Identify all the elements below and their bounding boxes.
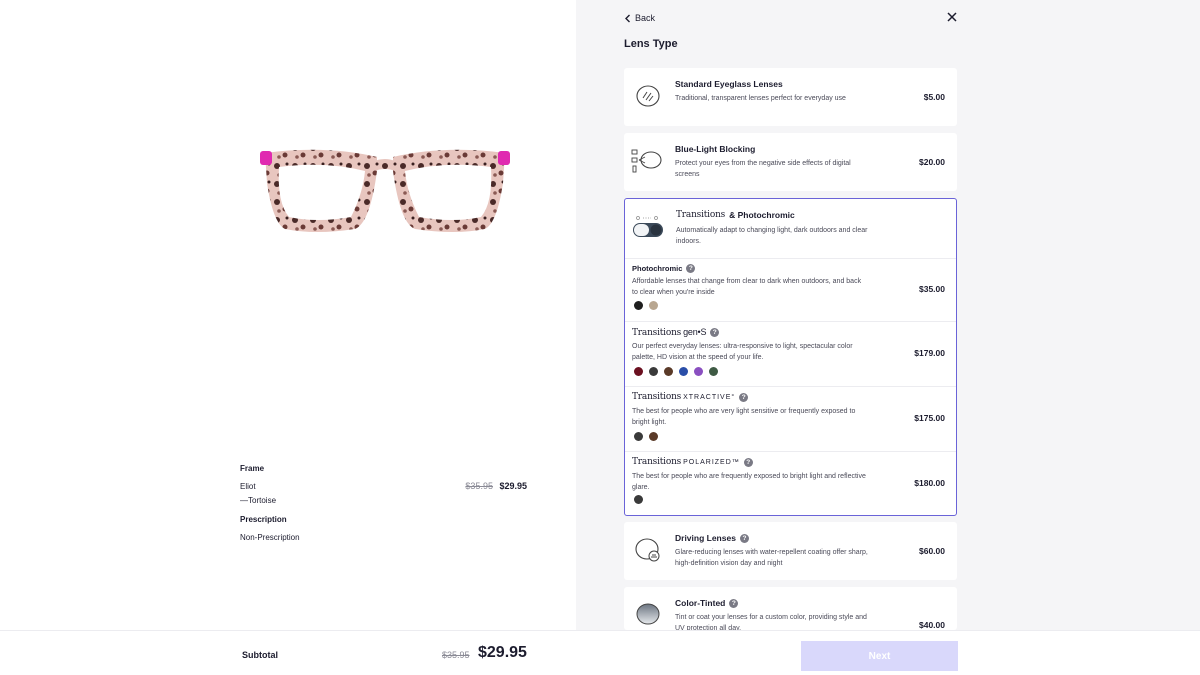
sub-option-title: Photochromic ?	[632, 264, 696, 273]
sub-option-description: The best for people who are frequently e…	[632, 473, 866, 491]
lens-option-transitions[interactable]: Transitions & Photochromic Automatically…	[624, 198, 957, 516]
next-button[interactable]: Next	[801, 641, 958, 671]
lens-option-title: Blue-Light Blocking	[675, 144, 756, 154]
blue-light-icon	[631, 149, 662, 173]
sub-option-title: Transitions XTRACTIVE° ?	[632, 392, 749, 402]
sub-option-description: Affordable lenses that change from clear…	[632, 278, 862, 296]
lens-option-description: Glare-reducing lenses with water-repelle…	[675, 549, 868, 567]
lens-option-name: Driving Lenses	[675, 533, 736, 543]
sub-option-description: Our perfect everyday lenses: ultra-respo…	[632, 343, 853, 361]
product-preview-panel: Frame Eliot —Tortoise $35.95 $29.95 Pres…	[0, 0, 576, 630]
brand-name: Transitions	[632, 457, 682, 467]
photochromic-toggle-icon	[633, 216, 663, 237]
color-swatch[interactable]	[679, 367, 688, 376]
color-swatch[interactable]	[649, 301, 658, 310]
sub-option-price: $175.00	[914, 413, 945, 423]
tinted-lens-icon	[636, 603, 660, 625]
lens-option-blue-light[interactable]: Blue-Light Blocking Protect your eyes fr…	[624, 133, 957, 191]
sub-option-gen-s[interactable]: Transitions gen•S ? Our perfect everyday …	[625, 322, 956, 387]
lens-option-price: $60.00	[919, 546, 945, 556]
brand-name: Transitions	[632, 392, 682, 402]
driving-lens-icon	[635, 538, 660, 562]
lens-option-title: Driving Lenses ?	[675, 533, 749, 543]
help-icon[interactable]: ?	[729, 598, 739, 608]
subtotal-bar: Subtotal $35.95 $29.95 Next	[0, 630, 1200, 675]
section-title: Lens Type	[624, 38, 678, 50]
sub-option-xtractive[interactable]: Transitions XTRACTIVE° ? The best for peo…	[625, 387, 956, 452]
back-button[interactable]: Back	[624, 13, 655, 23]
help-icon[interactable]: ?	[739, 392, 749, 402]
color-swatches	[634, 367, 718, 376]
transitions-title-suffix: & Photochromic	[729, 210, 795, 220]
lens-option-color-tinted[interactable]: Color-Tinted ? Tint or coat your lenses …	[624, 587, 957, 632]
sub-option-name: Photochromic	[632, 264, 683, 273]
subtotal-old-price: $35.95	[442, 650, 470, 660]
frame-label: Frame	[240, 464, 265, 473]
lens-option-standard[interactable]: Standard Eyeglass Lenses Traditional, tr…	[624, 68, 957, 126]
standard-lens-icon	[636, 85, 660, 107]
subtotal-price: $29.95	[478, 644, 527, 661]
product-name: gen•S	[683, 327, 707, 337]
color-swatch[interactable]	[649, 432, 658, 441]
close-icon[interactable]	[946, 11, 958, 23]
lens-option-price: $40.00	[919, 620, 945, 630]
color-swatch[interactable]	[634, 367, 643, 376]
transitions-header: Transitions & Photochromic Automatically…	[625, 199, 956, 259]
sub-option-title: Transitions POLARIZED™ ?	[632, 457, 753, 467]
transitions-title: Transitions & Photochromic	[676, 210, 795, 220]
color-swatch[interactable]	[634, 495, 643, 504]
sub-option-description: The best for people who are very light s…	[632, 408, 856, 426]
transitions-brand: Transitions	[676, 210, 726, 220]
sub-option-price: $180.00	[914, 478, 945, 488]
color-swatches	[634, 301, 658, 310]
color-swatch[interactable]	[634, 432, 643, 441]
sub-option-title: Transitions gen•S ?	[632, 327, 720, 338]
frame-summary: Frame Eliot —Tortoise $35.95 $29.95 Pres…	[240, 464, 530, 547]
eyeglasses-image	[260, 149, 510, 232]
transitions-brand: Transitions gen•S	[632, 327, 706, 338]
color-swatches	[634, 495, 643, 504]
frame-price-old: $35.95	[465, 481, 493, 491]
frame-price-new: $29.95	[499, 481, 527, 491]
help-icon[interactable]: ?	[739, 533, 749, 543]
prescription-label: Prescription	[240, 515, 287, 524]
color-swatch[interactable]	[709, 367, 718, 376]
frame-color: —Tortoise	[240, 496, 277, 505]
chevron-left-icon	[625, 14, 630, 22]
help-icon[interactable]: ?	[743, 457, 753, 467]
product-name: POLARIZED™	[683, 459, 740, 466]
lens-option-name: Color-Tinted	[675, 598, 726, 608]
lens-option-price: $20.00	[919, 157, 945, 167]
color-swatch[interactable]	[664, 367, 673, 376]
help-icon[interactable]: ?	[686, 264, 696, 273]
help-icon[interactable]: ?	[710, 328, 720, 337]
lens-option-description: Traditional, transparent lenses perfect …	[675, 95, 846, 102]
prescription-value: Non-Prescription	[240, 533, 300, 542]
color-swatch[interactable]	[634, 301, 643, 310]
transitions-brand: Transitions POLARIZED™	[632, 457, 740, 467]
lens-option-price: $5.00	[923, 92, 945, 102]
brand-name: Transitions	[632, 328, 682, 338]
lens-option-title: Standard Eyeglass Lenses	[675, 79, 783, 89]
frame-price: $35.95 $29.95	[465, 481, 527, 491]
color-swatches	[634, 432, 658, 441]
transitions-description: Automatically adapt to changing light, d…	[676, 227, 868, 245]
lens-option-title: Color-Tinted ?	[675, 598, 739, 608]
sub-option-price: $179.00	[914, 348, 945, 358]
color-swatch[interactable]	[649, 367, 658, 376]
sub-option-polarized[interactable]: Transitions POLARIZED™ ? The best for peo…	[625, 452, 956, 515]
sub-option-photochromic[interactable]: Photochromic ? Affordable lenses that ch…	[625, 259, 956, 322]
lens-option-description: Protect your eyes from the negative side…	[675, 160, 851, 178]
color-swatch[interactable]	[694, 367, 703, 376]
product-name: XTRACTIVE°	[683, 394, 736, 401]
back-label: Back	[635, 13, 656, 23]
subtotal-label: Subtotal	[242, 650, 278, 660]
lens-option-driving[interactable]: Driving Lenses ? Glare-reducing lenses w…	[624, 522, 957, 580]
transitions-brand: Transitions XTRACTIVE°	[632, 392, 735, 402]
sub-option-price: $35.00	[919, 284, 945, 294]
